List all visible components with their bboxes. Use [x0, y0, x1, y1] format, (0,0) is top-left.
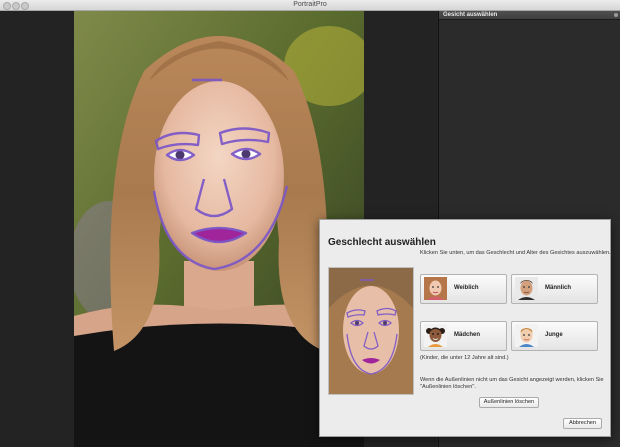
clear-outlines-button[interactable]: Außenlinien löschen: [479, 397, 539, 408]
dialog-hint: Klicken Sie unten, um das Geschlecht und…: [420, 250, 611, 256]
face-thumbnail: [328, 267, 414, 395]
panel-header-title: Gesicht auswählen: [443, 12, 498, 18]
girl-avatar-icon: [424, 324, 447, 347]
male-label: Männlich: [545, 285, 572, 291]
cancel-button[interactable]: Abbrechen: [563, 418, 602, 429]
outline-note-line1: Wenn die Außenlinien nicht um das Gesich…: [420, 377, 604, 383]
gender-select-dialog: Geschlecht auswählen Klicken Sie unten, …: [319, 219, 611, 437]
panel-header: Gesicht auswählen: [439, 11, 620, 20]
girl-label: Mädchen: [454, 332, 481, 338]
face-thumbnail-image: [329, 268, 413, 394]
window-title: PortraitPro: [293, 1, 327, 8]
boy-label: Junge: [545, 332, 563, 338]
boy-button[interactable]: Junge: [511, 321, 598, 351]
man-avatar-icon: [515, 277, 538, 300]
panel-options-icon[interactable]: [614, 13, 618, 17]
woman-avatar-icon: [424, 277, 447, 300]
boy-avatar-icon: [515, 324, 538, 347]
female-button[interactable]: Weiblich: [420, 274, 507, 304]
girl-button[interactable]: Mädchen: [420, 321, 507, 351]
outline-note-line2: "Außenlinien löschen".: [420, 384, 476, 390]
female-label: Weiblich: [454, 285, 479, 291]
dialog-title: Geschlecht auswählen: [328, 237, 436, 248]
male-button[interactable]: Männlich: [511, 274, 598, 304]
window-titlebar: PortraitPro: [0, 0, 620, 11]
kids-note: (Kinder, die unter 12 Jahre alt sind.): [420, 355, 509, 361]
